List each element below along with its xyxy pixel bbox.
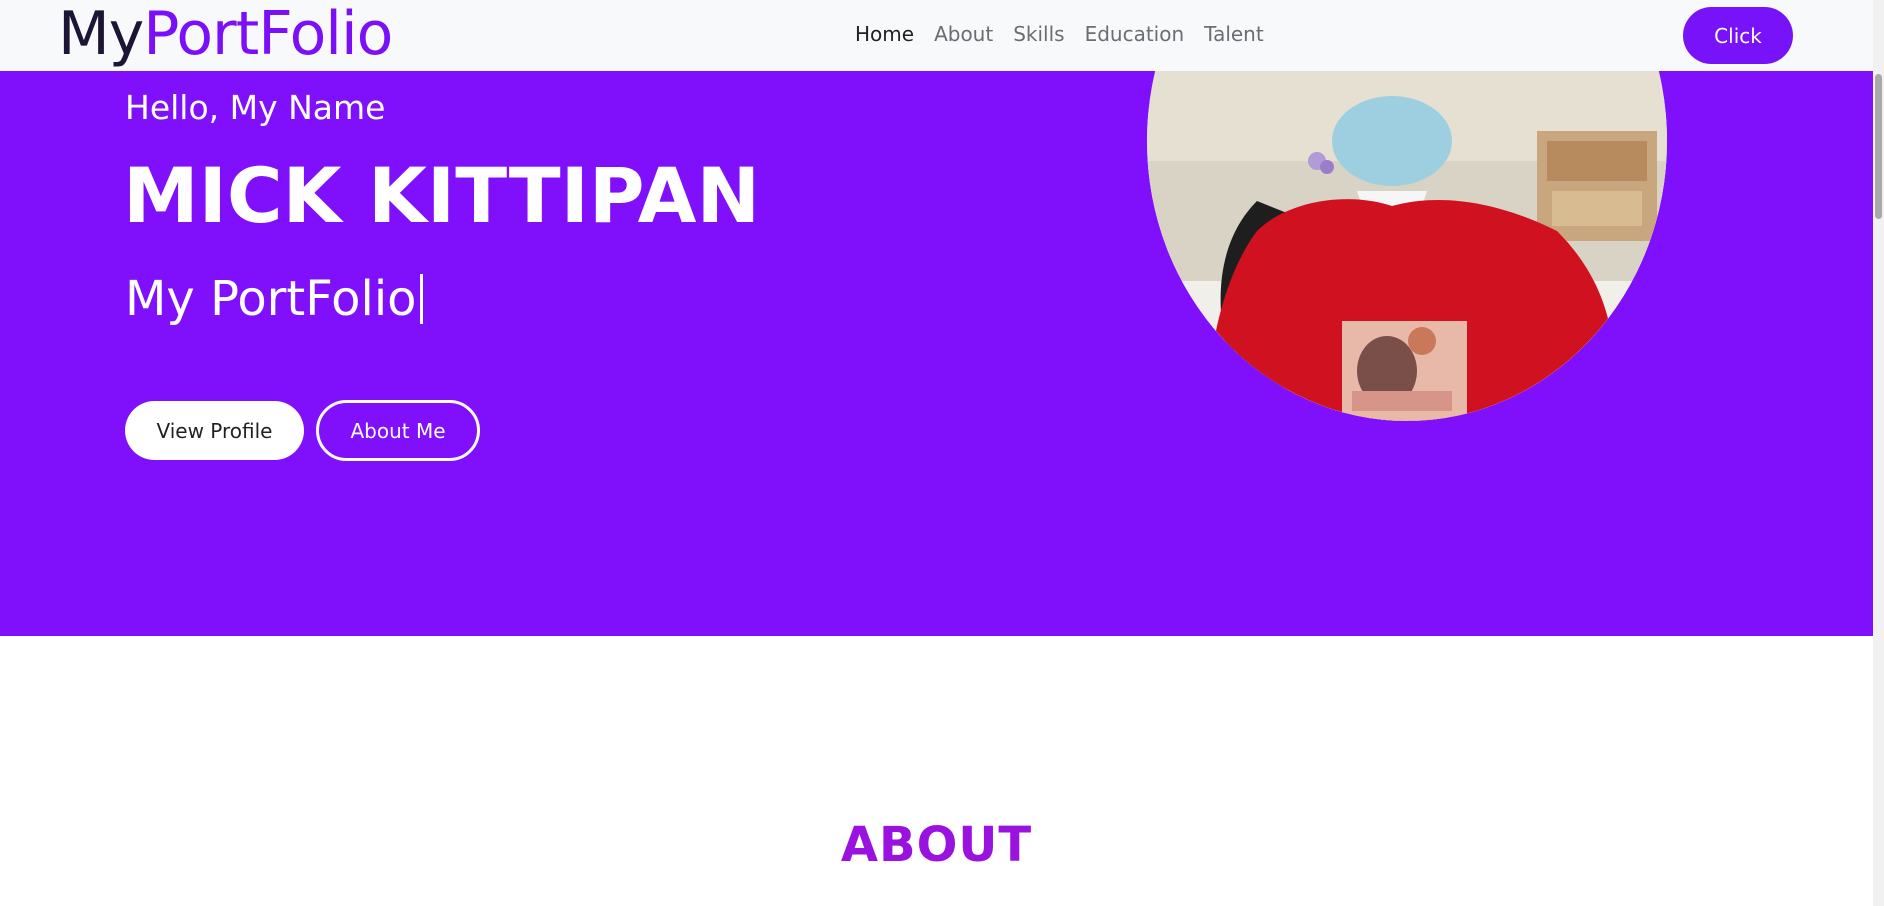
text-cursor (419, 274, 423, 324)
scrollbar-thumb[interactable] (1875, 74, 1882, 219)
hero-name: MICK KITTIPAN (123, 151, 761, 240)
brand-logo[interactable]: MyPortFolio (58, 0, 393, 69)
nav-link-talent[interactable]: Talent (1204, 20, 1264, 48)
click-button[interactable]: Click (1683, 7, 1793, 64)
nav-link-education[interactable]: Education (1085, 20, 1185, 48)
typed-text: My PortFolio (125, 271, 417, 327)
navbar: MyPortFolio Home About Skills Education … (0, 0, 1873, 71)
hero-typed-text: My PortFolio (125, 267, 423, 331)
brand-text-my: My (58, 0, 144, 69)
page: MyPortFolio Home About Skills Education … (0, 0, 1873, 906)
about-me-button[interactable]: About Me (316, 400, 480, 461)
view-profile-button[interactable]: View Profile (125, 401, 304, 460)
brand-text-portfolio: PortFolio (143, 0, 393, 69)
hero-section: Hello, My Name MICK KITTIPAN My PortFoli… (0, 71, 1873, 636)
about-heading: ABOUT (840, 817, 1033, 873)
hero-greeting: Hello, My Name (125, 88, 386, 127)
nav-link-about[interactable]: About (934, 20, 993, 48)
nav-link-skills[interactable]: Skills (1013, 20, 1064, 48)
nav-links: Home About Skills Education Talent (855, 20, 1264, 48)
profile-photo (1147, 71, 1667, 421)
nav-link-home[interactable]: Home (855, 20, 914, 48)
